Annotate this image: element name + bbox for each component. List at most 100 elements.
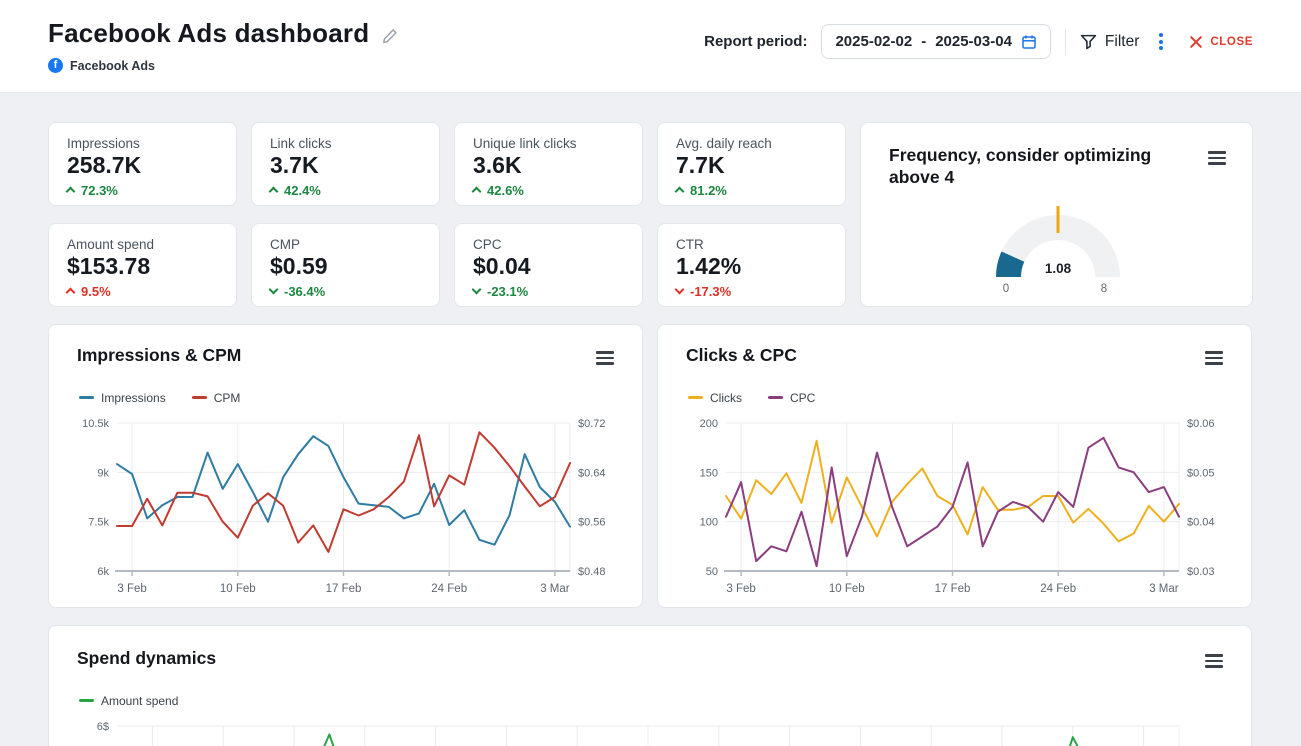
svg-text:150: 150 <box>700 467 718 479</box>
kpi-value: 7.7K <box>676 152 827 180</box>
date-to: 2025-03-04 <box>935 33 1012 50</box>
legend-item-cpm[interactable]: CPM <box>192 391 241 405</box>
close-x-icon <box>1189 35 1203 49</box>
kpi-card-unique-link-clicks: Unique link clicks3.6K 42.6% <box>454 122 643 206</box>
svg-text:9k: 9k <box>97 467 109 479</box>
svg-text:7.5k: 7.5k <box>88 516 109 528</box>
date-range-picker[interactable]: 2025-02-02 - 2025-03-04 <box>821 24 1050 59</box>
edit-title-icon[interactable] <box>381 27 399 45</box>
legend-swatch <box>79 396 94 399</box>
filter-label: Filter <box>1105 33 1139 51</box>
page-title: Facebook Ads dashboard <box>48 18 369 49</box>
chart-legend: Amount spend <box>79 694 1223 708</box>
svg-text:10 Feb: 10 Feb <box>829 583 865 595</box>
svg-text:$0.48: $0.48 <box>578 566 606 578</box>
chart-title: Impressions & CPM <box>77 345 241 367</box>
more-options-kebab-icon[interactable] <box>1153 29 1169 55</box>
kpi-value: 3.7K <box>270 152 421 180</box>
kpi-card-impressions: Impressions258.7K 72.3% <box>48 122 237 206</box>
trend-down-icon <box>472 285 482 295</box>
legend-swatch <box>79 699 94 702</box>
kpi-change: 9.5% <box>67 284 218 299</box>
kpi-value: $153.78 <box>67 253 218 281</box>
kpi-value: 3.6K <box>473 152 624 180</box>
kpi-label: Avg. daily reach <box>676 136 827 151</box>
kpi-label: Impressions <box>67 136 218 151</box>
spend-dynamics-card: Spend dynamics Amount spend 6$ <box>48 625 1252 746</box>
divider <box>1065 29 1066 55</box>
kpi-label: CTR <box>676 237 827 252</box>
chart-menu-icon[interactable] <box>1208 145 1226 171</box>
chart-title: Spend dynamics <box>77 648 216 670</box>
kpi-value: 258.7K <box>67 152 218 180</box>
kpi-change-value: 72.3% <box>81 183 118 198</box>
trend-down-icon <box>269 285 279 295</box>
chart-legend: Impressions CPM <box>79 391 614 405</box>
clicks-cpc-card: Clicks & CPC ClicksCPC 20015010050$0.06$… <box>657 324 1252 608</box>
svg-text:8: 8 <box>1100 283 1106 295</box>
kpi-change: -23.1% <box>473 284 624 299</box>
kpi-change: -17.3% <box>676 284 827 299</box>
kpi-card-avg-daily-reach: Avg. daily reach7.7K 81.2% <box>657 122 846 206</box>
svg-text:$0.56: $0.56 <box>578 516 606 528</box>
filter-icon <box>1080 34 1097 50</box>
kpi-change-value: 42.4% <box>284 183 321 198</box>
svg-text:6$: 6$ <box>97 721 109 733</box>
kpi-change-value: -23.1% <box>487 284 528 299</box>
legend-item-amount-spend[interactable]: Amount spend <box>79 694 178 708</box>
date-separator: - <box>921 33 926 50</box>
kpi-change: 42.6% <box>473 183 624 198</box>
kpi-value: $0.59 <box>270 253 421 281</box>
filter-button[interactable]: Filter <box>1080 33 1139 51</box>
svg-text:3 Mar: 3 Mar <box>1149 583 1179 595</box>
chart-menu-icon[interactable] <box>596 345 614 371</box>
svg-text:10 Feb: 10 Feb <box>220 583 256 595</box>
svg-text:10.5k: 10.5k <box>82 418 109 430</box>
chart-menu-icon[interactable] <box>1205 345 1223 371</box>
header: Facebook Ads dashboard f Facebook Ads Re… <box>0 0 1301 93</box>
svg-text:$0.03: $0.03 <box>1187 566 1215 578</box>
kpi-card-cmp: CMP$0.59 -36.4% <box>251 223 440 307</box>
kpi-grid: Impressions258.7K 72.3% Link clicks3.7K 42.… <box>48 122 846 307</box>
kpi-card-amount-spend: Amount spend$153.78 9.5% <box>48 223 237 307</box>
impressions-cpm-card: Impressions & CPM Impressions CPM 10.5k 9k… <box>48 324 643 608</box>
kpi-change-value: 9.5% <box>81 284 111 299</box>
frequency-gauge-card: Frequency, consider optimizing above 4 1… <box>860 122 1253 307</box>
trend-up-icon <box>66 288 76 298</box>
svg-text:$0.05: $0.05 <box>1187 467 1215 479</box>
kpi-card-ctr: CTR1.42%-17.3% <box>657 223 846 307</box>
svg-text:17 Feb: 17 Feb <box>326 583 362 595</box>
svg-text:200: 200 <box>700 418 718 430</box>
close-button[interactable]: CLOSE <box>1189 35 1253 49</box>
legend-item-cpc[interactable]: CPC <box>768 391 815 405</box>
chart-title: Clicks & CPC <box>686 345 797 367</box>
legend-label: Amount spend <box>101 694 178 708</box>
legend-swatch <box>688 396 703 399</box>
kpi-change: -36.4% <box>270 284 421 299</box>
legend-item-clicks[interactable]: Clicks <box>688 391 742 405</box>
svg-text:3 Mar: 3 Mar <box>540 583 570 595</box>
kpi-label: CMP <box>270 237 421 252</box>
svg-text:100: 100 <box>700 516 718 528</box>
kpi-change: 81.2% <box>676 183 827 198</box>
svg-text:17 Feb: 17 Feb <box>935 583 971 595</box>
header-left: Facebook Ads dashboard f Facebook Ads <box>48 18 399 73</box>
svg-text:$0.04: $0.04 <box>1187 516 1215 528</box>
kpi-label: Link clicks <box>270 136 421 151</box>
chart-menu-icon[interactable] <box>1205 648 1223 674</box>
svg-text:50: 50 <box>706 566 718 578</box>
legend-swatch <box>768 396 783 399</box>
svg-text:24 Feb: 24 Feb <box>1040 583 1076 595</box>
kpi-change: 72.3% <box>67 183 218 198</box>
legend-label: CPC <box>790 391 815 405</box>
legend-item-impressions[interactable]: Impressions <box>79 391 166 405</box>
clicks-cpc-chart: 20015010050$0.06$0.05$0.04$0.033 Feb10 F… <box>686 413 1223 608</box>
kpi-label: Amount spend <box>67 237 218 252</box>
svg-text:0: 0 <box>1002 283 1008 295</box>
legend-label: CPM <box>214 391 241 405</box>
svg-text:$0.72: $0.72 <box>578 418 606 430</box>
kpi-label: Unique link clicks <box>473 136 624 151</box>
frequency-gauge: 1.08 0 8 <box>889 197 1226 299</box>
kpi-change-value: -17.3% <box>690 284 731 299</box>
svg-text:1.08: 1.08 <box>1044 261 1071 276</box>
